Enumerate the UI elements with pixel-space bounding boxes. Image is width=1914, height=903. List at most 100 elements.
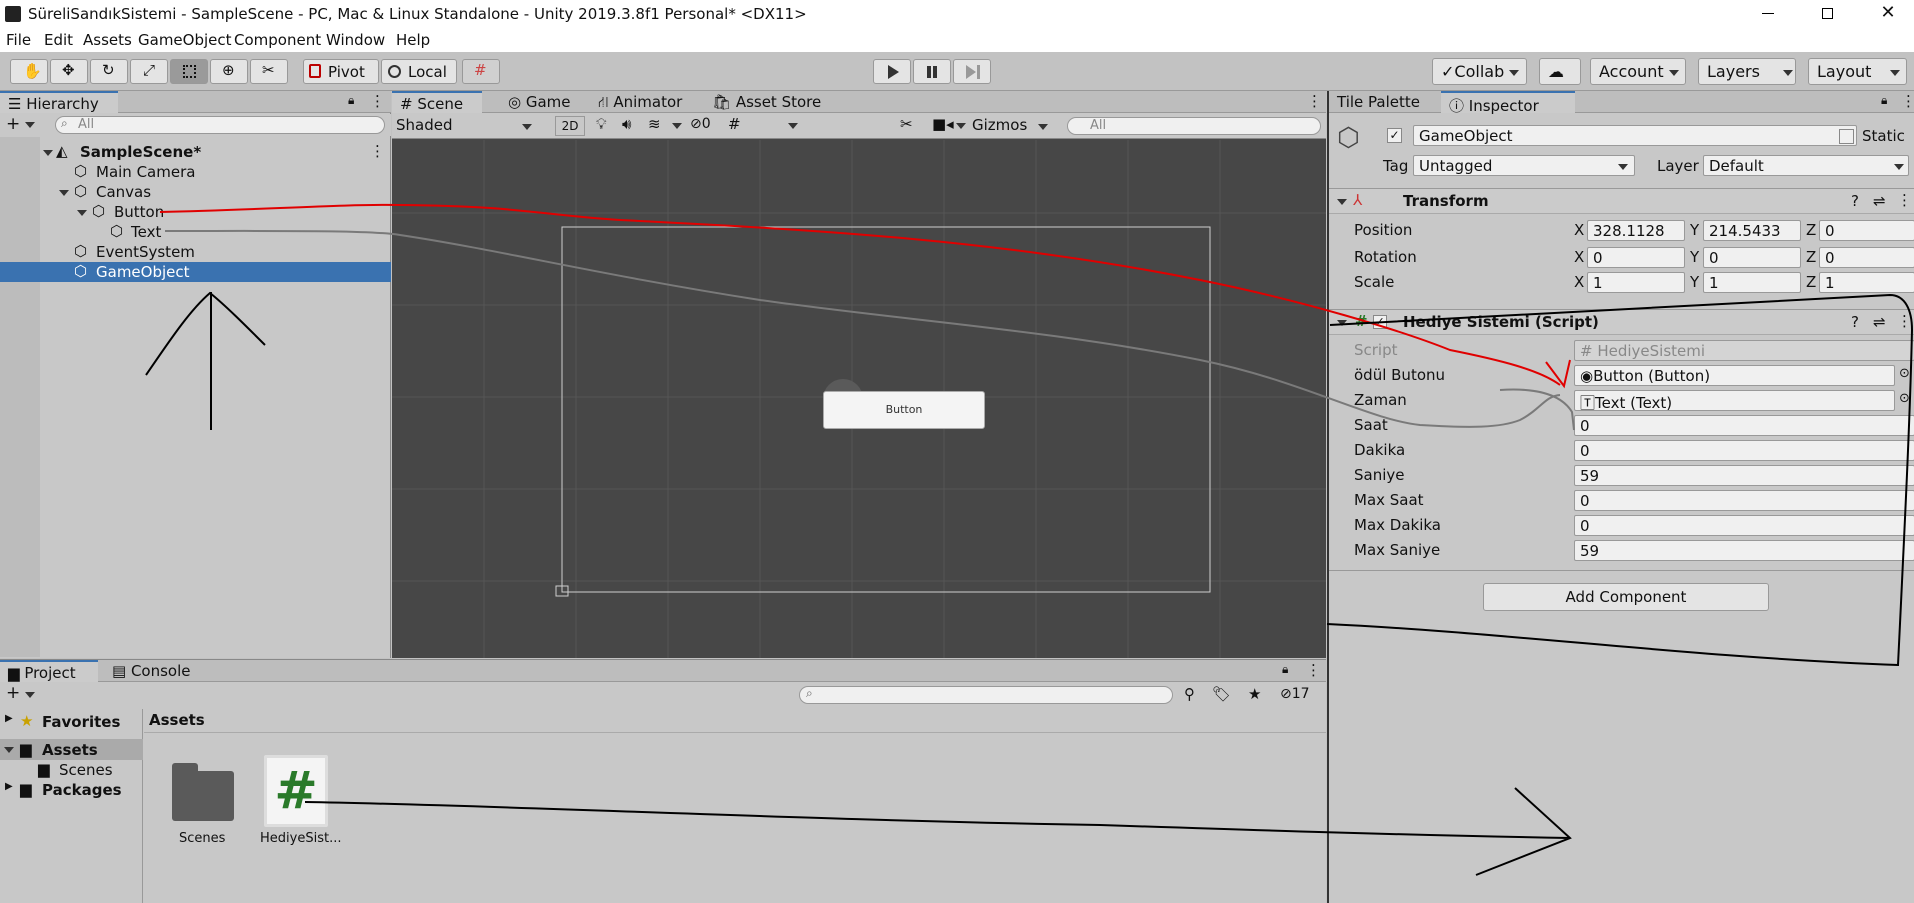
object-name-input[interactable]: GameObject bbox=[1413, 125, 1857, 146]
expand-arrow-icon[interactable]: ▶ bbox=[5, 713, 13, 724]
camera-dropdown-icon[interactable] bbox=[956, 123, 966, 129]
tab-console[interactable]: ▤ Console bbox=[104, 660, 199, 682]
lock-icon[interactable]: 🔒︎ bbox=[1881, 93, 1887, 108]
sidebar-item-favorites[interactable]: ▶ ★ Favorites bbox=[0, 712, 143, 732]
scene-menu-dots-icon[interactable]: ⋮ bbox=[370, 142, 385, 160]
scale-y-input[interactable]: 1 bbox=[1703, 272, 1801, 293]
saat-input[interactable]: 0 bbox=[1574, 415, 1914, 436]
menu-dots-icon[interactable]: ⋮ bbox=[1897, 312, 1912, 330]
grid-dropdown-icon[interactable] bbox=[788, 123, 798, 129]
hierarchy-search-input[interactable]: All bbox=[55, 116, 385, 134]
tab-inspector[interactable]: ⓘ Inspector bbox=[1441, 91, 1575, 115]
layer-dropdown[interactable]: Default bbox=[1703, 155, 1909, 176]
add-dropdown-icon[interactable] bbox=[25, 122, 35, 128]
close-icon[interactable]: ✕ bbox=[1866, 0, 1910, 28]
tab-animator[interactable]: ⛙ Animator bbox=[590, 91, 690, 113]
account-dropdown[interactable]: Account bbox=[1590, 58, 1686, 85]
lighting-icon[interactable]: 💡︎ bbox=[596, 115, 607, 133]
effects-dropdown-icon[interactable] bbox=[672, 123, 682, 129]
effects-icon[interactable]: ≋ bbox=[648, 115, 661, 133]
tab-tile-palette[interactable]: Tile Palette bbox=[1329, 91, 1428, 113]
move-tool-icon[interactable]: ✥ bbox=[50, 59, 88, 84]
hierarchy-item-gameobject[interactable]: ⬡ GameObject bbox=[0, 262, 391, 282]
camera-icon[interactable]: ■◂ bbox=[932, 115, 954, 133]
position-x-input[interactable]: 328.1128 bbox=[1587, 220, 1685, 241]
menu-gameobject[interactable]: GameObject bbox=[138, 31, 232, 49]
help-icon[interactable]: ? bbox=[1851, 313, 1859, 331]
expand-arrow-icon[interactable] bbox=[59, 190, 69, 196]
sidebar-item-packages[interactable]: ▶ ▆ Packages bbox=[0, 780, 143, 800]
max-saat-input[interactable]: 0 bbox=[1574, 490, 1914, 511]
layout-dropdown[interactable]: Layout bbox=[1808, 58, 1907, 85]
menu-help[interactable]: Help bbox=[396, 31, 430, 49]
hand-tool-icon[interactable]: ✋ bbox=[10, 59, 48, 84]
hierarchy-item-eventsystem[interactable]: ⬡ EventSystem bbox=[0, 242, 391, 262]
transform-tool-icon[interactable]: ⊕ bbox=[210, 59, 248, 84]
hidden-packages-icon[interactable]: ⊘17 bbox=[1280, 686, 1310, 702]
zaman-object-field[interactable]: 🅃︎Text (Text) bbox=[1574, 390, 1895, 411]
favorite-star-icon[interactable]: ★ bbox=[1248, 685, 1261, 703]
expand-arrow-icon[interactable] bbox=[4, 747, 14, 753]
rect-tool-icon[interactable] bbox=[170, 59, 208, 84]
asset-item-hediyesistemi[interactable]: # HediyeSist... bbox=[258, 751, 341, 849]
tab-asset-store[interactable]: 🛍︎ Asset Store bbox=[704, 91, 829, 113]
audio-icon[interactable]: 🔊︎ bbox=[622, 115, 631, 133]
collab-dropdown[interactable]: ✓Collab bbox=[1432, 58, 1527, 85]
rotate-tool-icon[interactable]: ↻ bbox=[90, 59, 128, 84]
hierarchy-item-canvas[interactable]: ⬡ Canvas bbox=[0, 182, 391, 202]
static-checkbox[interactable] bbox=[1839, 129, 1854, 144]
add-icon[interactable]: + bbox=[6, 114, 20, 134]
dakika-input[interactable]: 0 bbox=[1574, 440, 1914, 461]
add-dropdown-icon[interactable] bbox=[25, 692, 35, 698]
scene-canvas[interactable]: Button bbox=[392, 140, 1326, 658]
menu-dots-icon[interactable]: ⋮ bbox=[1897, 191, 1912, 209]
transform-header[interactable]: ⅄ Transform ? ⇌ ⋮ bbox=[1329, 188, 1914, 214]
step-button[interactable] bbox=[953, 59, 991, 84]
max-saniye-input[interactable]: 59 bbox=[1574, 540, 1914, 561]
cloud-button[interactable]: ☁ bbox=[1539, 58, 1581, 85]
menu-file[interactable]: File bbox=[6, 31, 31, 49]
script-component-header[interactable]: # ✓ Hediye Sistemi (Script) ? ⇌ ⋮ bbox=[1329, 309, 1914, 335]
tab-game[interactable]: ◎ Game bbox=[500, 91, 579, 113]
menu-dots-icon[interactable]: ⋮ bbox=[1901, 92, 1914, 110]
saniye-input[interactable]: 59 bbox=[1574, 465, 1914, 486]
pause-button[interactable] bbox=[913, 59, 951, 84]
position-z-input[interactable]: 0 bbox=[1819, 220, 1914, 241]
sidebar-item-scenes[interactable]: ▆ Scenes bbox=[0, 760, 143, 780]
maximize-icon[interactable] bbox=[1806, 0, 1850, 28]
scale-z-input[interactable]: 1 bbox=[1819, 272, 1914, 293]
tag-dropdown[interactable]: Untagged bbox=[1413, 155, 1635, 176]
shading-dropdown[interactable]: Shaded bbox=[396, 116, 538, 136]
local-toggle[interactable]: Local bbox=[381, 59, 457, 84]
menu-assets[interactable]: Assets bbox=[83, 31, 132, 49]
filter-by-label-icon[interactable]: 🏷︎ bbox=[1212, 685, 1231, 703]
tools-icon[interactable]: ✂ bbox=[900, 115, 913, 133]
menu-dots-icon[interactable]: ⋮ bbox=[1306, 661, 1321, 679]
menu-window[interactable]: Window bbox=[326, 31, 385, 49]
grid-snap-icon[interactable]: # bbox=[462, 59, 500, 84]
play-button[interactable] bbox=[873, 59, 911, 84]
lock-icon[interactable]: 🔒︎ bbox=[348, 93, 354, 108]
menu-component[interactable]: Component bbox=[234, 31, 321, 49]
minimize-icon[interactable] bbox=[1746, 0, 1790, 28]
component-enabled-checkbox[interactable]: ✓ bbox=[1373, 315, 1387, 329]
pivot-toggle[interactable]: Pivot bbox=[303, 59, 379, 84]
tab-hierarchy[interactable]: ☰ Hierarchy bbox=[0, 91, 118, 113]
hierarchy-item-main-camera[interactable]: ⬡ Main Camera bbox=[0, 162, 391, 182]
add-component-button[interactable]: Add Component bbox=[1483, 583, 1769, 611]
collapse-arrow-icon[interactable] bbox=[1337, 199, 1347, 205]
odul-butonu-object-field[interactable]: ◉Button (Button) bbox=[1574, 365, 1895, 386]
rotation-y-input[interactable]: 0 bbox=[1703, 247, 1801, 268]
position-y-input[interactable]: 214.5433 bbox=[1703, 220, 1801, 241]
custom-tool-icon[interactable]: ✂ bbox=[250, 59, 288, 84]
project-search-input[interactable] bbox=[799, 686, 1173, 704]
add-icon[interactable]: + bbox=[6, 683, 20, 703]
rotation-z-input[interactable]: 0 bbox=[1819, 247, 1914, 268]
max-dakika-input[interactable]: 0 bbox=[1574, 515, 1914, 536]
hidden-objects-icon[interactable]: ⊘0 bbox=[690, 116, 711, 132]
tab-scene[interactable]: # Scene bbox=[392, 91, 482, 113]
settings-sliders-icon[interactable]: ⇌ bbox=[1873, 192, 1886, 210]
hierarchy-scene-row[interactable]: ◭ SampleScene* ⋮ bbox=[0, 142, 391, 162]
help-icon[interactable]: ? bbox=[1851, 192, 1859, 210]
menu-dots-icon[interactable]: ⋮ bbox=[1307, 92, 1322, 110]
